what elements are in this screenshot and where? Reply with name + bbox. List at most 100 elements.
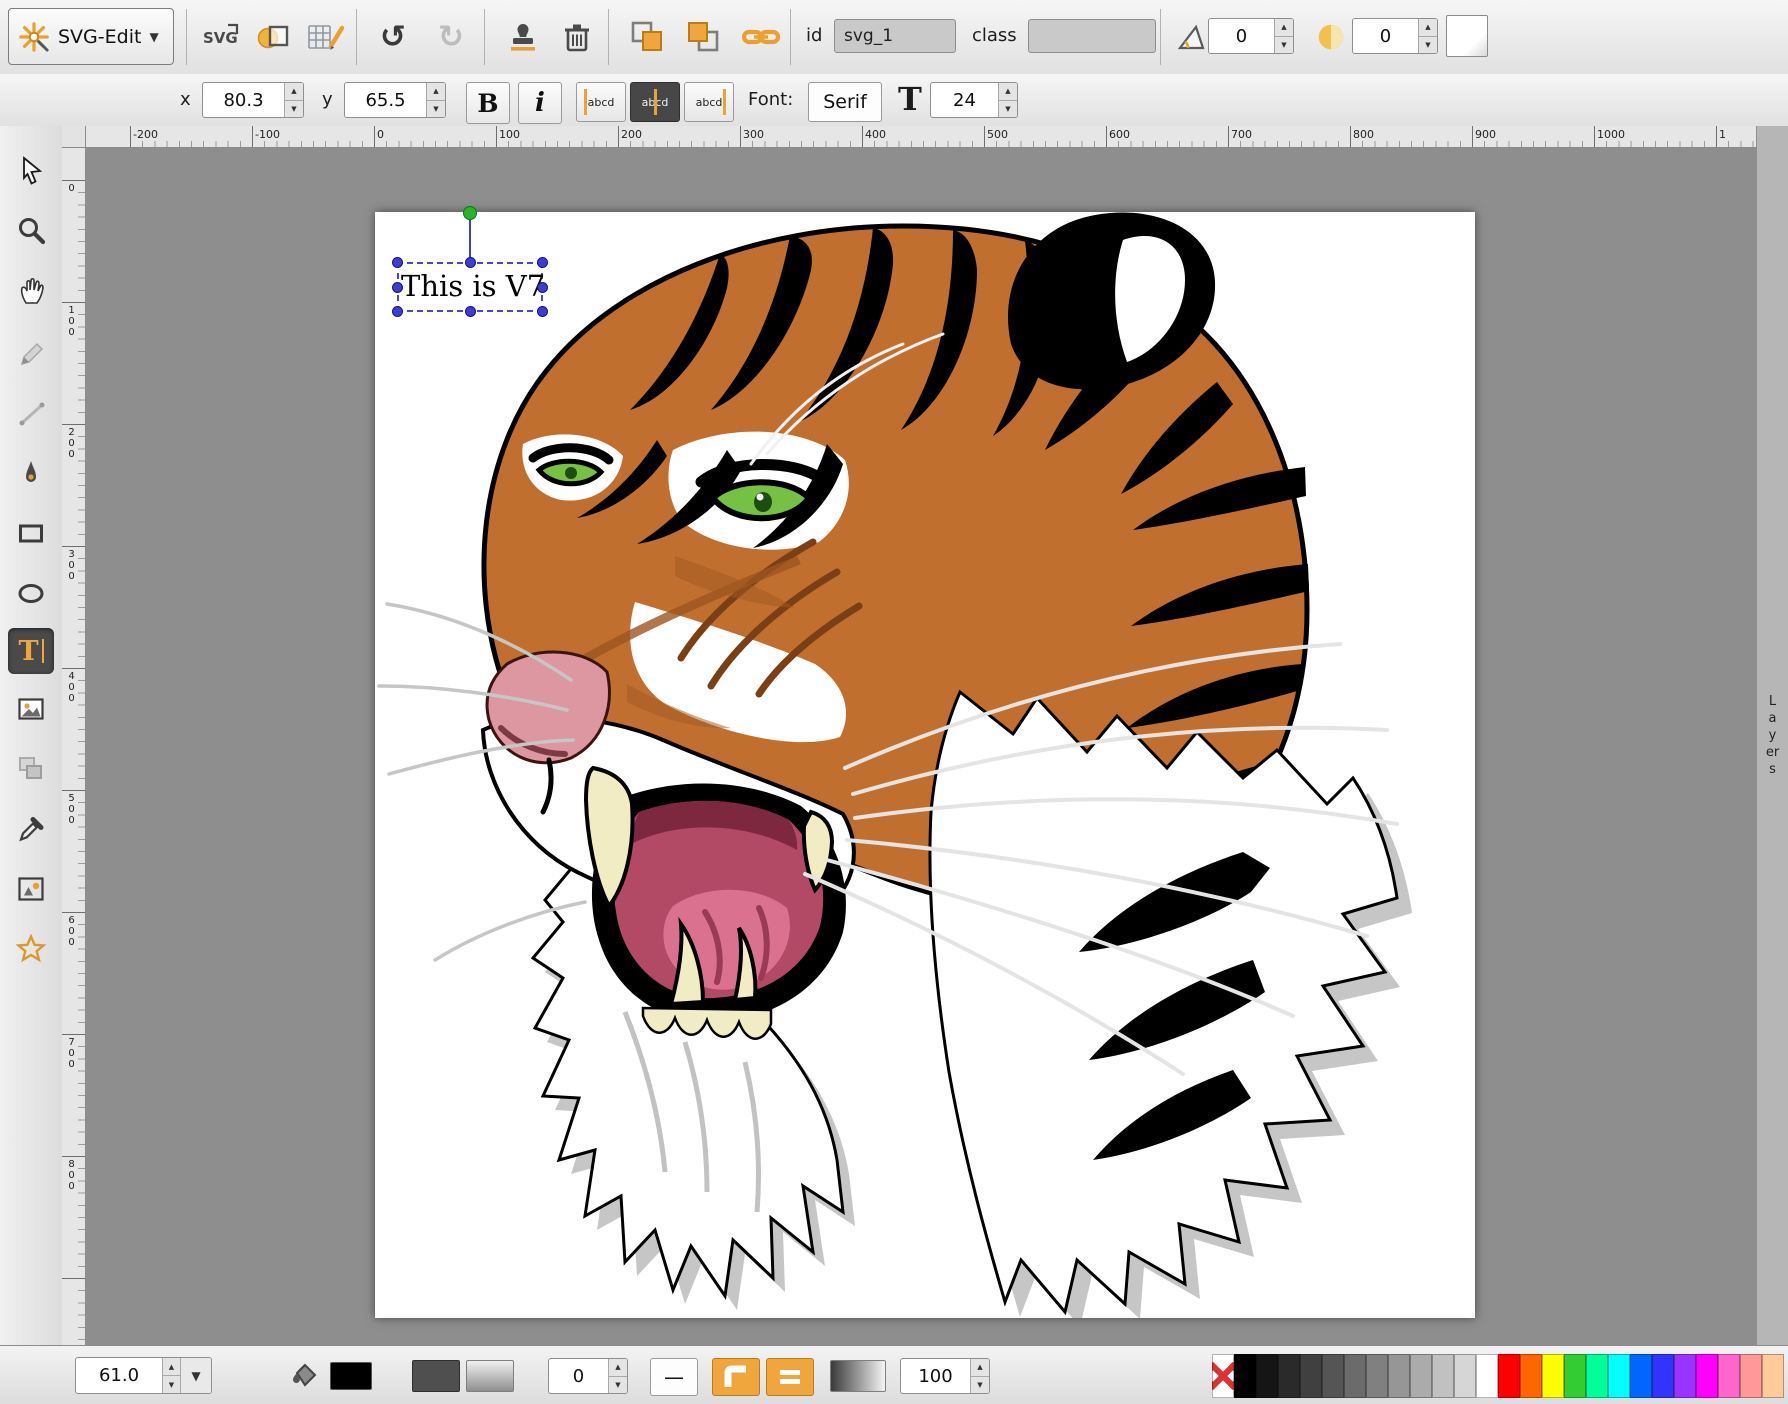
clone-button[interactable]	[498, 12, 548, 62]
stroke-width-spinner[interactable]: 0 ▲ ▼	[548, 1358, 628, 1394]
palette-swatch[interactable]	[1344, 1354, 1366, 1398]
zoom-value[interactable]: 61.0	[76, 1358, 162, 1393]
stroke-color-swatch[interactable]	[412, 1360, 460, 1392]
palette-swatch[interactable]	[1542, 1354, 1564, 1398]
wireframe-button[interactable]	[248, 12, 298, 62]
stroke-paint-swatch[interactable]	[466, 1360, 514, 1392]
palette-swatch[interactable]	[1564, 1354, 1586, 1398]
spinner-arrows[interactable]: ▲ ▼	[1418, 19, 1437, 53]
palette-swatch[interactable]	[1498, 1354, 1520, 1398]
spin-up-icon[interactable]: ▲	[285, 83, 303, 101]
palette-swatch[interactable]	[1652, 1354, 1674, 1398]
spinner-arrows[interactable]: ▲ ▼	[162, 1358, 180, 1393]
redo-button[interactable]: ↻	[426, 12, 476, 62]
undo-button[interactable]: ↺	[368, 12, 418, 62]
palette-swatch[interactable]	[1322, 1354, 1344, 1398]
palette-swatch[interactable]	[1520, 1354, 1542, 1398]
grid-snap-button[interactable]	[300, 12, 350, 62]
palette-swatch[interactable]	[1762, 1354, 1784, 1398]
move-to-bottom-button[interactable]	[622, 12, 672, 62]
spinner-arrows[interactable]: ▲ ▼	[608, 1359, 627, 1393]
angle-value[interactable]: 0	[1209, 19, 1274, 53]
spin-down-icon[interactable]: ▼	[971, 1377, 989, 1394]
text-tool[interactable]: T	[8, 628, 54, 674]
resize-handle-se[interactable]	[537, 306, 548, 317]
y-spinner[interactable]: 65.5 ▲ ▼	[344, 82, 446, 118]
font-size-value[interactable]: 24	[931, 83, 998, 117]
palette-swatch[interactable]	[1740, 1354, 1762, 1398]
spin-down-icon[interactable]: ▼	[1275, 37, 1293, 54]
rect-tool[interactable]	[8, 510, 54, 556]
palette-none-swatch[interactable]	[1212, 1354, 1234, 1398]
palette-swatch[interactable]	[1608, 1354, 1630, 1398]
palette-swatch[interactable]	[1718, 1354, 1740, 1398]
palette-swatch[interactable]	[1630, 1354, 1652, 1398]
linejoin-button[interactable]	[712, 1358, 760, 1396]
resize-handle-e[interactable]	[537, 282, 548, 293]
shape-library-tool[interactable]	[8, 866, 54, 912]
resize-handle-n[interactable]	[465, 257, 476, 268]
move-to-top-button[interactable]	[678, 12, 728, 62]
italic-button[interactable]: i	[518, 82, 562, 124]
font-size-spinner[interactable]: 24 ▲ ▼	[930, 82, 1018, 118]
blur-value[interactable]: 0	[1353, 19, 1418, 53]
select-tool[interactable]	[8, 148, 54, 194]
zoom-dropdown-icon[interactable]: ▼	[180, 1358, 211, 1393]
drawing-canvas[interactable]: This is V7	[375, 212, 1475, 1318]
palette-swatch[interactable]	[1476, 1354, 1498, 1398]
palette-swatch[interactable]	[1586, 1354, 1608, 1398]
x-spinner[interactable]: 80.3 ▲ ▼	[202, 82, 304, 118]
opacity-value[interactable]: 100	[901, 1359, 970, 1393]
resize-handle-sw[interactable]	[392, 306, 403, 317]
palette-swatch[interactable]	[1300, 1354, 1322, 1398]
pan-tool[interactable]	[8, 268, 54, 314]
rotate-handle[interactable]	[463, 206, 477, 220]
palette-swatch[interactable]	[1256, 1354, 1278, 1398]
bold-button[interactable]: B	[466, 82, 510, 124]
spin-up-icon[interactable]: ▲	[163, 1358, 180, 1376]
image-tool[interactable]	[8, 686, 54, 732]
text-anchor-end-button[interactable]: abcd	[684, 82, 734, 122]
text-anchor-start-button[interactable]: abcd	[576, 82, 626, 122]
fill-color-swatch[interactable]	[330, 1362, 372, 1390]
selected-text-element[interactable]: This is V7	[401, 262, 547, 312]
opacity-spinner[interactable]: 100 ▲ ▼	[900, 1358, 990, 1394]
spin-down-icon[interactable]: ▼	[609, 1377, 627, 1394]
spin-up-icon[interactable]: ▲	[609, 1359, 627, 1377]
path-tool[interactable]	[8, 450, 54, 496]
selection-box[interactable]: This is V7	[397, 262, 543, 312]
eyed-dropper-tool[interactable]	[8, 806, 54, 852]
spin-up-icon[interactable]: ▲	[1275, 19, 1293, 37]
spin-down-icon[interactable]: ▼	[163, 1376, 180, 1393]
blur-spinner[interactable]: 0 ▲ ▼	[1352, 18, 1438, 54]
stroke-dash-button[interactable]: —	[650, 1358, 698, 1396]
palette-swatch[interactable]	[1278, 1354, 1300, 1398]
x-value[interactable]: 80.3	[203, 83, 284, 117]
spinner-arrows[interactable]: ▲ ▼	[998, 83, 1017, 117]
spin-down-icon[interactable]: ▼	[285, 101, 303, 118]
angle-spinner[interactable]: 0 ▲ ▼	[1208, 18, 1294, 54]
palette-swatch[interactable]	[1454, 1354, 1476, 1398]
spin-up-icon[interactable]: ▲	[999, 83, 1017, 101]
resize-handle-nw[interactable]	[392, 257, 403, 268]
spinner-arrows[interactable]: ▲ ▼	[284, 83, 303, 117]
palette-swatch[interactable]	[1366, 1354, 1388, 1398]
linecap-button[interactable]	[766, 1358, 814, 1396]
text-anchor-middle-button[interactable]: abcd	[630, 82, 680, 122]
star-tool[interactable]	[8, 926, 54, 972]
make-link-button[interactable]	[736, 12, 786, 62]
palette-swatch[interactable]	[1410, 1354, 1432, 1398]
workspace[interactable]: This is V7	[86, 148, 1756, 1345]
resize-handle-s[interactable]	[465, 306, 476, 317]
line-tool[interactable]	[8, 390, 54, 436]
font-family-button[interactable]: Serif	[808, 82, 882, 122]
spinner-arrows[interactable]: ▲ ▼	[1274, 19, 1293, 53]
main-menu-button[interactable]: SVG-Edit ▼	[8, 8, 174, 65]
zoom-tool[interactable]	[8, 208, 54, 254]
spin-up-icon[interactable]: ▲	[971, 1359, 989, 1377]
layers-panel-toggle[interactable]: Layers	[1756, 126, 1788, 1345]
spinner-arrows[interactable]: ▲ ▼	[426, 83, 445, 117]
spinner-arrows[interactable]: ▲ ▼	[970, 1359, 989, 1393]
zoom-widget[interactable]: 61.0 ▲ ▼ ▼	[75, 1357, 212, 1394]
spin-down-icon[interactable]: ▼	[999, 101, 1017, 118]
